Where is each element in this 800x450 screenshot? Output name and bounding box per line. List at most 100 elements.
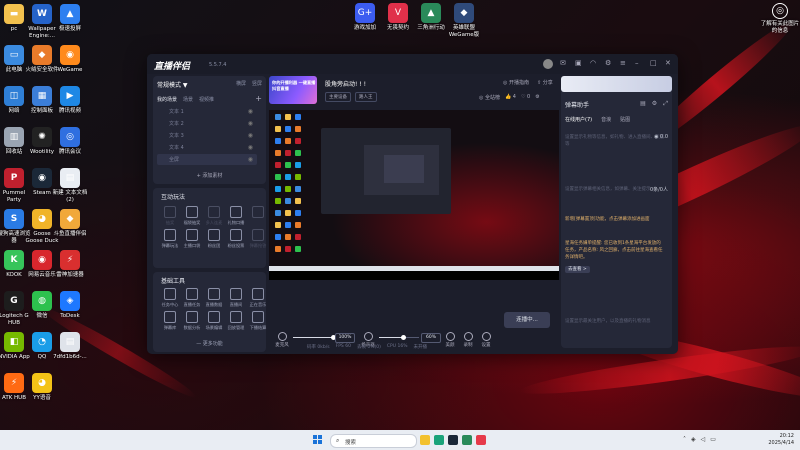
tool-button[interactable]: 粉丝投票 [225,229,247,249]
desktop-icon[interactable]: ◆ 斗鱼直播伴侣 [52,209,88,238]
desktop-icon[interactable]: ▤ 新建 文本文档 (2) [52,168,88,204]
desktop-icon[interactable]: ◎ 腾讯会议 [52,127,88,156]
desktop-icon[interactable]: ◉ WeGame [52,45,88,74]
speaker-volume-value[interactable]: 60% [421,333,441,343]
minimize-icon[interactable]: – [635,60,642,67]
desktop-icon[interactable]: ◈ ToDesk [52,291,88,320]
tool-button[interactable]: 任务中心 [159,288,181,308]
tool-button[interactable]: 回放管理 [225,311,247,331]
maximize-icon[interactable]: □ [650,60,657,67]
eye-icon[interactable]: ◉ [248,156,253,163]
eye-icon[interactable]: ◉ [248,144,253,151]
tool-button[interactable]: 场景编辑 [203,311,225,331]
desktop-icon[interactable]: ▤ 7dfd1b6d-... [52,332,88,361]
add-scene-icon[interactable]: + [255,94,262,103]
chevron-up-icon[interactable]: ˄ [683,436,686,443]
avatar[interactable] [543,59,553,69]
eye-icon[interactable]: ◉ [248,108,253,115]
eye-icon[interactable]: ◉ [248,120,253,127]
mic-control[interactable]: 麦克风 [273,332,291,348]
tab-my-scenes[interactable]: 我的场景 [157,96,177,103]
clock[interactable]: 20:12 2025/4/14 [768,433,794,447]
taskbar-app-live[interactable] [476,435,486,445]
go-live-button[interactable]: 连播中... [504,312,550,328]
mic-volume-value[interactable]: 100% [335,333,355,343]
mode-selector[interactable]: 常规模式 ▼ [157,80,188,89]
tool-button[interactable] [247,206,269,226]
settings-icon[interactable]: ⚙ [535,94,539,101]
tab-scenes[interactable]: 场景 [183,96,193,103]
tab-stickers[interactable]: 贴图 [620,116,630,123]
source-item[interactable]: 文本 3 ◉ [157,130,257,141]
tool-button[interactable]: 福袋抽奖 [181,206,203,226]
tool-button[interactable]: 抽奖 [159,206,181,226]
network-icon[interactable]: ◈ [691,436,696,443]
desktop-icon[interactable]: ⚡ 雷神加速器 [52,250,88,279]
tab-video[interactable]: 视频推 [199,96,214,103]
battery-icon[interactable]: ▭ [710,436,716,443]
desktop-icon[interactable]: ◕ YY语音 [24,373,60,402]
tool-button[interactable]: 弹幕抢答 [247,229,269,249]
shirt-icon[interactable]: ▣ [575,60,582,67]
tool-button[interactable]: 下播结算 [247,311,269,331]
add-source-button[interactable]: + 添加素材 [153,172,266,179]
source-item[interactable]: 文本 1 ◉ [157,106,257,117]
headset-icon[interactable]: ◠ [590,60,597,67]
stream-info-banner[interactable] [561,76,672,92]
landscape-link[interactable]: 横屏 [236,80,246,87]
desktop-icon-image-info[interactable]: ◎ 了解有关此图片的信息 [760,3,800,35]
speaker-slider-knob[interactable] [401,335,406,340]
tool-button[interactable]: 主播口袋 [181,229,203,249]
menu-icon[interactable]: ≡ [620,60,627,67]
tab-sound-wave[interactable]: 音浪 [601,116,611,123]
share-button[interactable]: ⇪ 分享 [537,79,553,86]
beauty-button[interactable]: 美颜 [441,332,459,348]
desktop-icon[interactable]: ▶ 腾讯视频 [52,86,88,115]
desktop-icon[interactable]: ▲ 极速投屏 [52,4,88,33]
taskbar-app-steam[interactable] [448,435,458,445]
taskbar-app-edge[interactable] [434,435,444,445]
record-button[interactable]: 录制 [459,332,477,348]
desktop-icon[interactable]: ▲ 三角洲行动 [414,3,448,32]
more-functions-button[interactable]: — 更多功能 [153,340,266,347]
open-live-guide-link[interactable]: ◎ 开播指南 [503,79,529,86]
desktop-icon[interactable]: G+ 游戏加加 [348,3,382,32]
tool-button[interactable]: 多人连麦 [203,206,225,226]
expand-icon[interactable]: ⤢ [663,100,668,108]
settings-icon[interactable]: ⚙ [605,60,612,67]
room-tag[interactable]: 主要设备 [325,92,351,102]
volume-icon[interactable]: ◁ [701,436,706,443]
portrait-link[interactable]: 竖屏 [252,80,262,87]
taskbar-search[interactable]: ⌕ 搜索 [330,434,417,448]
tool-button[interactable]: 数据分析 [181,311,203,331]
settings-button[interactable]: 设置 [477,332,495,348]
taskbar-app-delta[interactable] [462,435,472,445]
tool-button[interactable]: 直播间 [225,288,247,308]
tool-button[interactable]: 礼物口播 [225,206,247,226]
eye-icon[interactable]: ◉ [248,132,253,139]
tool-button[interactable]: 粉丝团 [203,229,225,249]
mail-icon[interactable]: ✉ [560,60,567,67]
tool-button[interactable]: 弹幕库 [159,311,181,331]
tool-button[interactable]: 直播数据 [203,288,225,308]
start-button[interactable] [313,435,323,445]
source-item[interactable]: 文本 4 ◉ [157,142,257,153]
promo-banner[interactable]: 你的开播利器 一键直播 抖音直播 [269,76,317,104]
taskbar-app-explorer[interactable] [420,435,430,445]
go-view-button[interactable]: 去查看 > [565,266,590,273]
tool-button[interactable]: 正在音乐 [247,288,269,308]
tab-online-users[interactable]: 在线用户(7) [565,116,592,123]
close-icon[interactable]: ✕ [665,60,672,67]
rank-stat[interactable]: ◎ 全站榜 [479,94,500,101]
source-item[interactable]: 全屏 ◉ [157,154,257,165]
list-icon[interactable]: ▤ [640,100,646,108]
source-item[interactable]: 文本 2 ◉ [157,118,257,129]
stream-preview[interactable] [269,110,559,280]
tool-button[interactable]: 直播任务 [181,288,203,308]
settings-icon[interactable]: ⚙ [652,100,657,108]
desktop-icon[interactable]: V 无畏契约 [381,3,415,32]
desktop-icon[interactable]: ◆ 英雄联盟 WeGame版 [447,3,481,39]
room-title[interactable]: 股角旁启动! ! ! [325,79,366,88]
tool-button[interactable]: 弹幕玩法 [159,229,181,249]
room-tag[interactable]: 路人王 [355,92,377,102]
